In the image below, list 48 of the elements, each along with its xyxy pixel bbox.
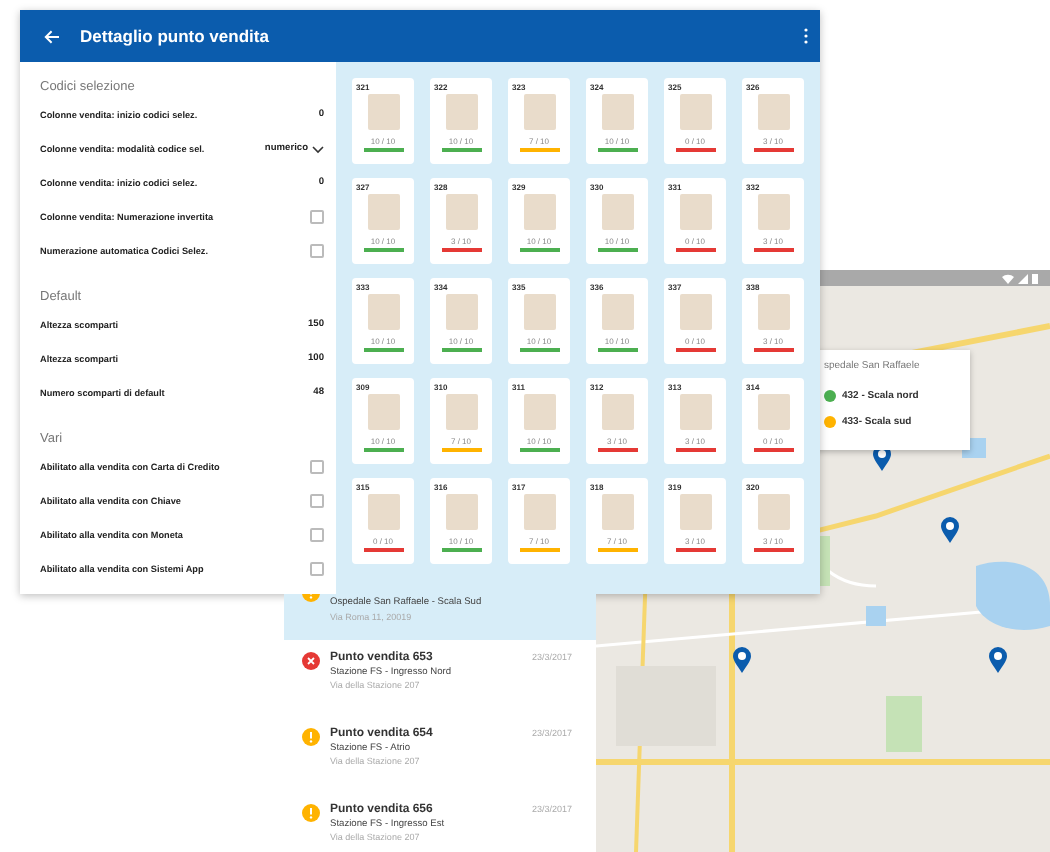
product-photo	[367, 394, 399, 430]
checkbox[interactable]	[310, 210, 324, 224]
checkbox[interactable]	[310, 528, 324, 542]
product-photo	[679, 294, 711, 330]
product-photo	[679, 494, 711, 530]
product-photo	[367, 494, 399, 530]
product-photo	[445, 294, 477, 330]
product-photo	[757, 394, 789, 430]
product-photo	[757, 94, 789, 130]
map-pin-icon[interactable]	[988, 646, 1008, 674]
product-photo	[445, 94, 477, 130]
product-photo	[445, 394, 477, 430]
product-photo	[523, 294, 555, 330]
product-photo	[601, 294, 633, 330]
product-photo	[757, 494, 789, 530]
map-pin-icon[interactable]	[732, 646, 752, 674]
wifi-icon	[1002, 273, 1014, 283]
product-photo	[601, 494, 633, 530]
product-photo	[523, 194, 555, 230]
product-photo	[523, 94, 555, 130]
checkbox[interactable]	[310, 244, 324, 258]
product-photo	[601, 394, 633, 430]
error-icon	[302, 652, 320, 670]
product-photo	[679, 194, 711, 230]
product-photo	[445, 194, 477, 230]
product-photo	[367, 94, 399, 130]
product-photo	[523, 494, 555, 530]
product-photo	[757, 294, 789, 330]
product-photo	[367, 194, 399, 230]
product-photo	[679, 94, 711, 130]
map-pin-icon[interactable]	[940, 516, 960, 544]
product-photo	[601, 194, 633, 230]
checkbox[interactable]	[310, 562, 324, 576]
screen-title: Dettaglio punto vendita	[80, 26, 271, 46]
product-photo	[757, 194, 789, 230]
product-photo	[523, 394, 555, 430]
product-photo	[679, 394, 711, 430]
back-arrow-icon[interactable]	[44, 29, 60, 43]
checkbox[interactable]	[310, 494, 324, 508]
checkbox[interactable]	[310, 460, 324, 474]
battery-icon	[1032, 273, 1038, 283]
product-photo	[445, 494, 477, 530]
caret-icon	[312, 145, 324, 153]
warning-icon	[302, 804, 320, 822]
signal-icon	[1018, 273, 1028, 283]
product-photo	[367, 294, 399, 330]
warning-icon	[302, 728, 320, 746]
product-photo	[601, 94, 633, 130]
